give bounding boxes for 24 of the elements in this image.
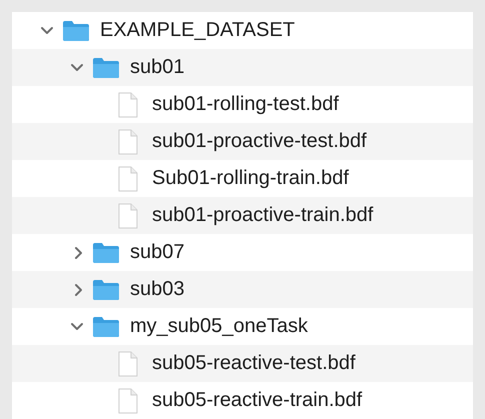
- disclosure-chevron-icon[interactable]: [70, 322, 84, 332]
- document-icon: [118, 166, 138, 192]
- folder-icon: [92, 316, 120, 338]
- folder-icon: [92, 56, 120, 78]
- folder-name[interactable]: EXAMPLE_DATASET: [100, 19, 295, 42]
- file-name[interactable]: Sub01-rolling-train.bdf: [152, 167, 349, 190]
- folder-name[interactable]: sub03: [130, 278, 184, 301]
- document-icon: [118, 128, 138, 154]
- document-icon: [118, 388, 138, 414]
- folder-icon: [92, 242, 120, 264]
- disclosure-chevron-icon[interactable]: [74, 246, 84, 260]
- file-name[interactable]: sub01-rolling-test.bdf: [152, 93, 339, 116]
- disclosure-chevron-icon[interactable]: [70, 62, 84, 72]
- document-icon: [118, 202, 138, 228]
- disclosure-chevron-icon[interactable]: [74, 282, 84, 296]
- folder-name[interactable]: sub07: [130, 241, 184, 264]
- disclosure-chevron-icon[interactable]: [40, 26, 54, 36]
- document-icon: [118, 350, 138, 376]
- file-name[interactable]: sub05-reactive-train.bdf: [152, 389, 362, 412]
- document-icon: [118, 92, 138, 118]
- folder-icon: [92, 278, 120, 300]
- folder-name[interactable]: sub01: [130, 56, 184, 79]
- folder-name[interactable]: my_sub05_oneTask: [130, 315, 308, 338]
- folder-icon: [62, 20, 90, 42]
